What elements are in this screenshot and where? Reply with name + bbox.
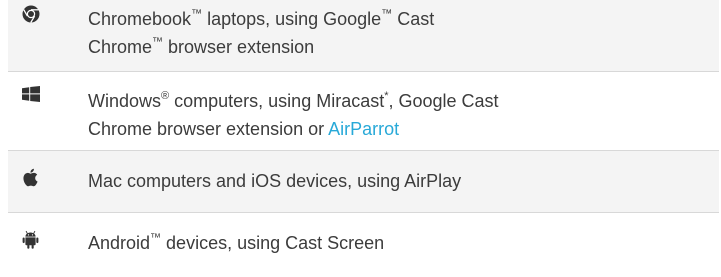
platform-description: Android™ devices, using Cast Screen: [88, 213, 719, 257]
platform-row-android: Android™ devices, using Cast Screen: [8, 213, 719, 276]
description-line-1: Windows® computers, using Miracast*, Goo…: [88, 87, 719, 115]
windows-icon: [22, 86, 40, 102]
platform-row-mac-ios: Mac computers and iOS devices, using Air…: [8, 151, 719, 213]
platform-table: Chromebook™ laptops, using Google™ Cast …: [0, 0, 721, 276]
platform-row-windows: Windows® computers, using Miracast*, Goo…: [8, 72, 719, 151]
text-segment: laptops, using Google: [202, 9, 382, 29]
registered-mark: ®: [161, 90, 170, 102]
platform-row-chromebook: Chromebook™ laptops, using Google™ Cast …: [8, 0, 719, 72]
platform-description: Chromebook™ laptops, using Google™ Cast …: [88, 0, 719, 61]
text-segment: devices, using Cast Screen: [161, 233, 385, 253]
description-line-1: Chromebook™ laptops, using Google™ Cast: [88, 5, 719, 33]
footnote-asterisk: *: [384, 90, 389, 102]
description-line-1: Android™ devices, using Cast Screen: [88, 229, 719, 257]
text-segment: Cast: [392, 9, 435, 29]
text-segment: Windows: [88, 91, 162, 111]
text-segment: computers, using Miracast: [169, 91, 385, 111]
text-segment: Chrome browser extension or: [88, 119, 329, 139]
trademark-mark: ™: [381, 8, 393, 20]
description-line-2: Chrome browser extension or AirParrot: [88, 115, 719, 143]
text-segment: Chrome: [88, 37, 153, 57]
platform-description: Mac computers and iOS devices, using Air…: [88, 151, 719, 195]
description-line-1: Mac computers and iOS devices, using Air…: [88, 171, 462, 191]
android-icon: [22, 230, 39, 249]
platform-description: Windows® computers, using Miracast*, Goo…: [88, 72, 719, 143]
description-line-2: Chrome™ browser extension: [88, 33, 719, 61]
text-segment: Android: [88, 233, 151, 253]
trademark-mark: ™: [191, 8, 203, 20]
trademark-mark: ™: [150, 232, 162, 244]
text-segment: Chromebook: [88, 9, 192, 29]
apple-icon: [23, 168, 38, 187]
trademark-mark: ™: [152, 36, 164, 48]
airparrot-link[interactable]: AirParrot: [328, 119, 399, 139]
chrome-icon: [22, 5, 40, 23]
text-segment: browser extension: [163, 37, 315, 57]
text-segment: , Google Cast: [388, 91, 499, 111]
